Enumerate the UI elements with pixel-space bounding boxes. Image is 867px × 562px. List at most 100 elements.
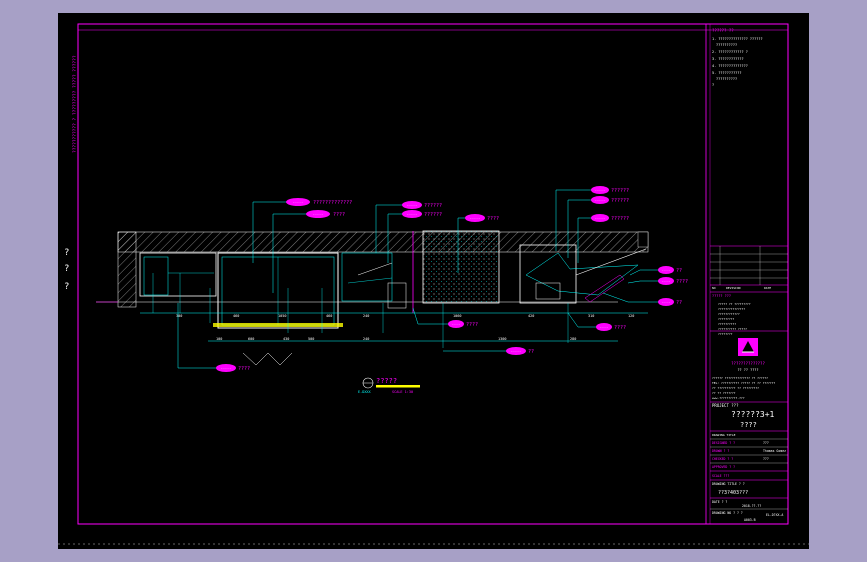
callout-text: ???? (614, 325, 626, 331)
callout-text: ?????? (611, 188, 629, 194)
dim-label: 1300 (498, 337, 506, 341)
dim-label: 430 (283, 337, 289, 341)
callouts-right: ----- ?????? ----- ?????? ----- ?????? (591, 186, 629, 222)
issue-note: ??????????????? (718, 307, 745, 311)
left-margin-text: ??????????? ? ????????? ????? ?????? (72, 55, 78, 153)
callout-text: ???? (676, 279, 688, 285)
notes-list: 1. ?????????????? ?????? ?????????? 2. ?… (712, 37, 763, 87)
designed-label: DESIGNED ? ? (712, 441, 735, 445)
left-mark-1: ? (64, 248, 69, 258)
dim-label: 300 (176, 314, 182, 318)
decorative-panel (422, 230, 500, 304)
callout-tag-text: ---- (662, 280, 670, 284)
note-line: ?????????? (716, 43, 737, 47)
revision-no-header: NO (712, 286, 716, 290)
section-title-symbol: ????? E-DXXX SCALE 1:30 (358, 377, 420, 394)
section-drawing (96, 230, 649, 348)
date-label: DATE ? ? (712, 500, 727, 504)
callout-text: ?????? (611, 216, 629, 222)
drawing-name: ??3?403??? (718, 490, 748, 496)
issue-note: ???????????? (718, 312, 740, 316)
callouts-far-right: ---- ?? ---- ???? ---- ?? ---- ???? (596, 266, 688, 331)
issue-note: ?????????? (718, 322, 736, 326)
callout-tag-text: ----- (313, 213, 324, 217)
revision-date-header: DATE (764, 286, 771, 290)
callout-text: ?????? (424, 203, 442, 209)
callout-tag-text: ----- (407, 213, 418, 217)
dim-label: 600 (248, 337, 254, 341)
callout-tag-text: ---- (452, 323, 460, 327)
cad-drawing-sheet: ??????????? ? ????????? ????? ?????? ? ?… (58, 13, 809, 549)
note-line: 3. ???????????? (712, 57, 744, 61)
note-line: 4. ?????????????? (712, 64, 748, 68)
callout-tag-text: ----- (470, 217, 481, 221)
callout-text: ?? (676, 300, 682, 306)
note-line: ?????????? (716, 77, 737, 81)
issue-notes-header: ????? ??? (712, 294, 731, 298)
dim-label: 420 (528, 314, 534, 318)
drawing-title-label: DRAWING TITLE (712, 433, 736, 437)
callout-tag-text: ----- (221, 367, 232, 371)
callouts-left: ----- ????????????? ----- ???? (286, 198, 352, 218)
callout-tag-text: ----- (595, 189, 606, 193)
note-line: 5. ??????????? (712, 71, 742, 75)
dim-label: 310 (588, 314, 594, 318)
dim-label: 460 (326, 314, 332, 318)
issue-note: ????????? (718, 317, 734, 321)
note-line: 1. ?????????????? ?????? (712, 37, 763, 41)
note-line: 2. ???????????? ? (712, 50, 748, 54)
scale-label: SCALE ??? (712, 474, 729, 478)
callout-tag-text: ----- (595, 199, 606, 203)
address-line: ?? ?? ??????? (712, 391, 736, 395)
callout-text: ?? (676, 268, 682, 274)
section-code: E-DXXX (358, 390, 372, 394)
callout-text: ???? (333, 212, 345, 218)
callout-tag-text: ---- (662, 301, 670, 305)
left-mark-2: ? (64, 264, 69, 274)
project-name: ??????3+1 (731, 410, 775, 419)
company-sub: ?? ?? ???? (737, 368, 758, 372)
date-value: 2018.??.?? (742, 504, 761, 508)
drawn-value: Thomas Gomez (763, 449, 786, 453)
left-cabinet (139, 252, 217, 297)
section-scale: SCALE 1:30 (392, 390, 413, 394)
callout-tag-text: ----- (293, 201, 304, 205)
checked-value: ??? (763, 457, 769, 461)
left-wall (117, 231, 137, 308)
ceiling-slab (117, 231, 649, 253)
drawing-name-label: DRAWING TITLE ? ? (712, 482, 745, 486)
dimension-row-top: 300 460 1050 460 240 1060 420 310 120 (140, 312, 648, 318)
callout-text: ???? (466, 322, 478, 328)
address-line: TEL: ?????????? ????? ?? ?? ??????? (712, 381, 775, 385)
designed-value: ??? (763, 441, 769, 445)
dim-label: 500 (308, 337, 314, 341)
drawing-no-label: DRAWING NO ? ? ? (712, 511, 743, 515)
company-address: ?????? ?????????????? ?? ?????? TEL: ???… (712, 376, 775, 400)
callout-tag-text: ----- (407, 204, 418, 208)
callout-tag-text: ---- (662, 269, 670, 273)
callout-text: ?? (528, 349, 534, 355)
callout-text: ????????????? (313, 200, 352, 206)
dim-label: 1050 (278, 314, 286, 318)
issue-note: ?????????? ????? (718, 327, 747, 331)
title-block: ?????? ?? 1. ?????????????? ?????? ?????… (705, 24, 788, 524)
dim-label: 240 (363, 337, 369, 341)
right-cabinet (519, 244, 577, 304)
callout-tag-text: ----- (511, 350, 522, 354)
dimension-row-bottom: 100 600 430 500 240 1300 280 (208, 337, 618, 342)
revision-header: REVISION (726, 286, 741, 290)
dim-label: 120 (628, 314, 634, 318)
note-line: ? (712, 83, 714, 87)
drawn-label: DRAWN ? ? (712, 449, 729, 453)
checked-label: CHECKED ? ? (712, 457, 733, 461)
section-title: ????? (376, 377, 397, 385)
callout-text: ?????? (611, 198, 629, 204)
left-mark-3: ? (64, 282, 69, 292)
project-sub: ???? (740, 421, 757, 429)
section-underline (376, 385, 420, 388)
dim-label: 240 (363, 314, 369, 318)
callout-text: ?????? (424, 212, 442, 218)
drawing-canvas: ??????????? ? ????????? ????? ?????? ? ?… (58, 23, 809, 545)
callout-text: ???? (487, 216, 499, 222)
dim-label: 460 (233, 314, 239, 318)
